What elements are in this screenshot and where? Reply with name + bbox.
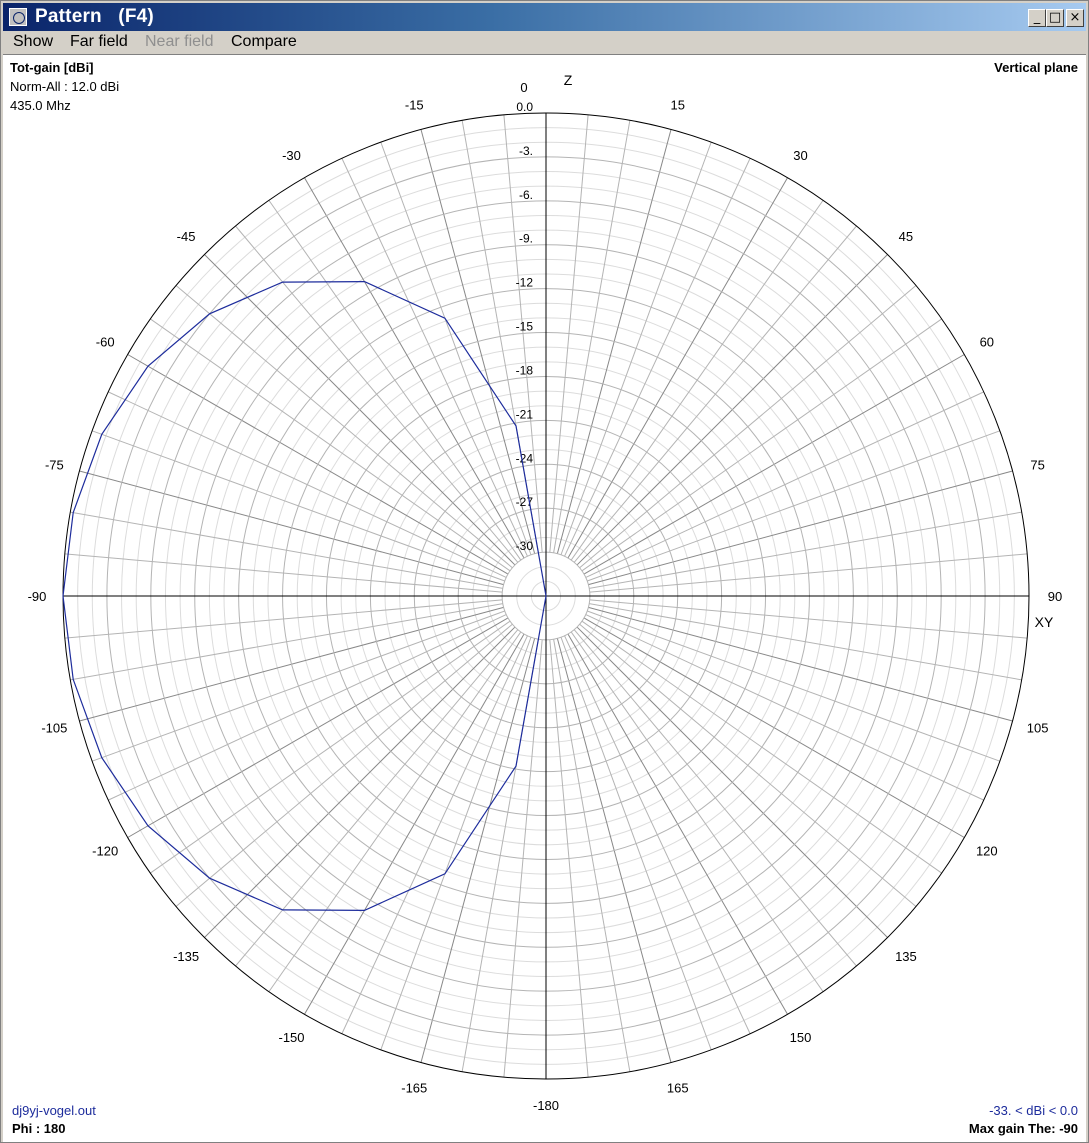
menu-bar: Show Far field Near field Compare	[3, 31, 1086, 53]
angle-tick-label: 75	[1030, 457, 1044, 472]
radial-tick-label: -18	[516, 363, 534, 377]
angle-tick-label: 135	[895, 949, 917, 964]
polar-chart[interactable]: 0.0-3.-6.-9.-12-15-18-21-24-27-300153045…	[3, 55, 1086, 1141]
radial-tick-label: -24	[516, 451, 534, 465]
angle-tick-label: -60	[96, 335, 115, 350]
plane-label: Vertical plane	[994, 60, 1078, 75]
maximize-button[interactable]: □	[1046, 9, 1064, 27]
angle-tick-label: -165	[401, 1081, 427, 1096]
app-icon[interactable]	[9, 8, 27, 26]
minimize-button[interactable]: _	[1028, 9, 1046, 27]
angle-tick-label: 105	[1027, 721, 1049, 736]
angle-tick-label: 45	[899, 229, 913, 244]
filename-label: dj9yj-vogel.out	[12, 1103, 96, 1118]
close-button[interactable]: ×	[1066, 9, 1084, 27]
phi-label: Phi : 180	[12, 1121, 66, 1136]
angle-tick-label: 150	[790, 1030, 812, 1045]
norm-label: Norm-All : 12.0 dBi	[10, 79, 120, 94]
angle-tick-label: -150	[278, 1030, 304, 1045]
angle-tick-label: -105	[41, 721, 67, 736]
title-bar[interactable]: Pattern (F4) _ □ ×	[3, 3, 1086, 31]
angle-tick-label: -45	[177, 229, 196, 244]
z-axis-label: Z	[564, 72, 573, 88]
angle-tick-label: 120	[976, 844, 998, 859]
angle-tick-label: 165	[667, 1081, 689, 1096]
pattern-plot-area[interactable]: 0.0 -3. -6. -9. -12 -15 -18 -21 -24 -27 -30 0 15 30 45…	[3, 54, 1086, 1142]
frequency-label: 435.0 Mhz	[10, 98, 71, 113]
window-title: Pattern (F4)	[35, 6, 154, 27]
radial-tick-label: -3.	[519, 144, 533, 158]
menu-far-field[interactable]: Far field	[68, 33, 130, 51]
angle-tick-label: -30	[282, 148, 301, 163]
angle-tick-label: 30	[793, 148, 807, 163]
radial-tick-label: -9.	[519, 232, 533, 246]
angle-tick-label: -180	[533, 1098, 559, 1113]
angle-tick-label: 60	[980, 335, 994, 350]
radial-tick-label: 0.0	[516, 100, 533, 114]
angle-tick-label: -90	[28, 589, 47, 604]
angle-tick-label: -75	[45, 457, 64, 472]
angle-tick-label: -15	[405, 97, 424, 112]
angle-tick-label: 90	[1048, 589, 1062, 604]
max-gain-label: Max gain The: -90	[968, 1121, 1078, 1136]
radial-tick-label: -21	[516, 407, 534, 421]
angle-tick-label: 15	[671, 97, 685, 112]
radial-tick-label: -6.	[519, 188, 533, 202]
radial-tick-label: -30	[516, 539, 534, 553]
angle-tick-label: -135	[173, 949, 199, 964]
xy-axis-label: XY	[1035, 614, 1054, 630]
angle-tick-label: -120	[92, 844, 118, 859]
menu-show[interactable]: Show	[11, 33, 55, 51]
angle-tick-label: 0	[520, 80, 527, 95]
range-label: -33. < dBi < 0.0	[989, 1103, 1078, 1118]
pattern-window: Pattern (F4) _ □ × Show Far field Near f…	[0, 0, 1089, 1143]
radial-tick-label: -12	[516, 276, 534, 290]
quantity-label: Tot-gain [dBi]	[10, 60, 94, 75]
radial-tick-label: -15	[516, 320, 534, 334]
menu-near-field[interactable]: Near field	[143, 33, 215, 51]
menu-compare[interactable]: Compare	[229, 33, 299, 51]
